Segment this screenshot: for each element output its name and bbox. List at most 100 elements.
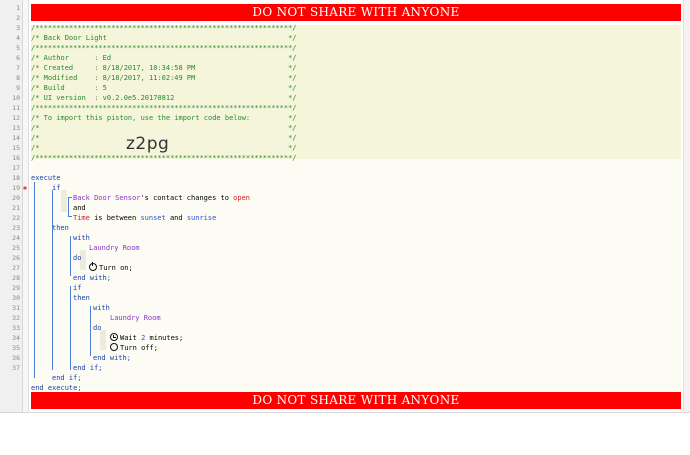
- line-number: 23: [12, 224, 20, 232]
- command-line: Wait 2 minutes;: [110, 333, 183, 343]
- line-number: 12: [12, 114, 20, 122]
- condition-shade: [61, 190, 67, 212]
- line-number: 20: [12, 194, 20, 202]
- line-number: 32: [12, 314, 20, 322]
- device-name[interactable]: Back Door Sensor: [73, 194, 140, 202]
- condition-line: Back Door Sensor's contact changes to op…: [73, 193, 250, 203]
- condition-text: and: [165, 214, 187, 222]
- vertical-scrollbar[interactable]: [683, 0, 690, 412]
- keyword-end-if: end if;: [73, 364, 103, 372]
- line-number: 15: [12, 144, 20, 152]
- line-number: 18: [12, 174, 20, 182]
- power-off-icon: [110, 343, 118, 351]
- keyword-do: do: [73, 254, 82, 262]
- command-text[interactable]: Wait: [120, 334, 141, 342]
- keyword-end-with: end with;: [73, 274, 111, 282]
- code-editor[interactable]: 1 2 3 4 5 6 7 8 9 10 11 12 13 14 15 16 1…: [0, 0, 690, 413]
- warning-banner-top: DO NOT SHARE WITH ANYONE: [31, 4, 681, 21]
- line-number: 36: [12, 354, 20, 362]
- keyword-then: then: [52, 224, 69, 232]
- keyword-with: with: [73, 234, 90, 242]
- code-line: /* To import this piston, use the import…: [31, 114, 297, 122]
- condition-text: is between: [89, 214, 141, 222]
- line-number: 21: [12, 204, 20, 212]
- keyword-end-with: end with;: [93, 354, 131, 362]
- line-number: 27: [12, 264, 20, 272]
- if-block-bar: [52, 190, 53, 370]
- code-line: /* Back Door Light */: [31, 34, 297, 42]
- clock-icon: [110, 333, 118, 341]
- line-number: 31: [12, 304, 20, 312]
- line-number: 37: [12, 364, 20, 372]
- line-number: 16: [12, 154, 20, 162]
- line-number: 35: [12, 344, 20, 352]
- line-number: 34: [12, 334, 20, 342]
- condition-line: Time is between sunset and sunrise: [73, 213, 216, 223]
- line-number: 25: [12, 244, 20, 252]
- nested-with-bar: [90, 306, 91, 356]
- keyword-if: if: [73, 284, 82, 292]
- fold-gutter[interactable]: [23, 0, 29, 412]
- line-number: 33: [12, 324, 20, 332]
- code-line: /***************************************…: [31, 104, 297, 112]
- keyword-then: then: [73, 294, 90, 302]
- line-number: 5: [16, 44, 20, 52]
- command-line: Turn off;: [110, 343, 158, 353]
- keyword-if: if: [52, 184, 61, 192]
- statement-shade: [100, 330, 106, 350]
- line-number: 30: [12, 294, 20, 302]
- code-line: /***************************************…: [31, 154, 297, 162]
- line-number: 4: [16, 34, 20, 42]
- condition-text: 's contact changes to: [140, 194, 234, 202]
- command-text[interactable]: Turn on;: [99, 264, 133, 272]
- condition-value[interactable]: sunset: [140, 214, 165, 222]
- keyword-do: do: [93, 324, 102, 332]
- device-name[interactable]: Laundry Room: [110, 313, 161, 323]
- condition-value[interactable]: sunrise: [187, 214, 217, 222]
- command-text: minutes;: [145, 334, 184, 342]
- line-number: 2: [16, 14, 20, 22]
- line-number: 1: [16, 4, 20, 12]
- line-number: 28: [12, 274, 20, 282]
- line-number: 17: [12, 164, 20, 172]
- operator-and: and: [73, 204, 86, 212]
- code-line: /* Modified : 8/18/2017, 11:02:49 PM */: [31, 74, 297, 82]
- line-number: 29: [12, 284, 20, 292]
- line-number: 3: [16, 24, 20, 32]
- keyword-with: with: [93, 304, 110, 312]
- code-line: /* Build : 5 */: [31, 84, 297, 92]
- nested-if-bar: [70, 286, 71, 370]
- code-line: /* Created : 8/18/2017, 10:34:58 PM */: [31, 64, 297, 72]
- line-number: 10: [12, 94, 20, 102]
- line-number: 9: [16, 84, 20, 92]
- execute-block-bar: [34, 182, 35, 378]
- code-line: /* UI version : v0.2.0e5.20170812 */: [31, 94, 297, 102]
- line-number: 6: [16, 54, 20, 62]
- line-number: 7: [16, 64, 20, 72]
- line-number: 22: [12, 214, 20, 222]
- code-line: /* */: [31, 124, 297, 132]
- line-number: 24: [12, 234, 20, 242]
- error-marker-icon: ✱: [22, 184, 28, 192]
- code-line: /* Author : Ed */: [31, 54, 297, 62]
- line-number: 26: [12, 254, 20, 262]
- condition-value[interactable]: open: [233, 194, 250, 202]
- line-number: 14: [12, 134, 20, 142]
- bracket-bottom: [68, 216, 72, 217]
- condition-group-bar: [68, 197, 69, 217]
- command-text[interactable]: Turn off;: [120, 344, 158, 352]
- line-number: 8: [16, 74, 20, 82]
- warning-banner-bottom: DO NOT SHARE WITH ANYONE: [31, 392, 681, 409]
- variable-name[interactable]: Time: [73, 214, 90, 222]
- power-icon: [89, 262, 97, 271]
- keyword-end-if: end if;: [52, 374, 82, 382]
- line-number: 11: [12, 104, 20, 112]
- line-number: 13: [12, 124, 20, 132]
- keyword-execute: execute: [31, 174, 61, 182]
- line-number-gutter: 1 2 3 4 5 6 7 8 9 10 11 12 13 14 15 16 1…: [0, 0, 23, 412]
- code-line: /***************************************…: [31, 24, 297, 32]
- device-name[interactable]: Laundry Room: [89, 243, 140, 253]
- watermark-text: z2pg: [126, 134, 170, 154]
- bracket-top: [68, 197, 72, 198]
- command-line: Turn on;: [89, 262, 133, 273]
